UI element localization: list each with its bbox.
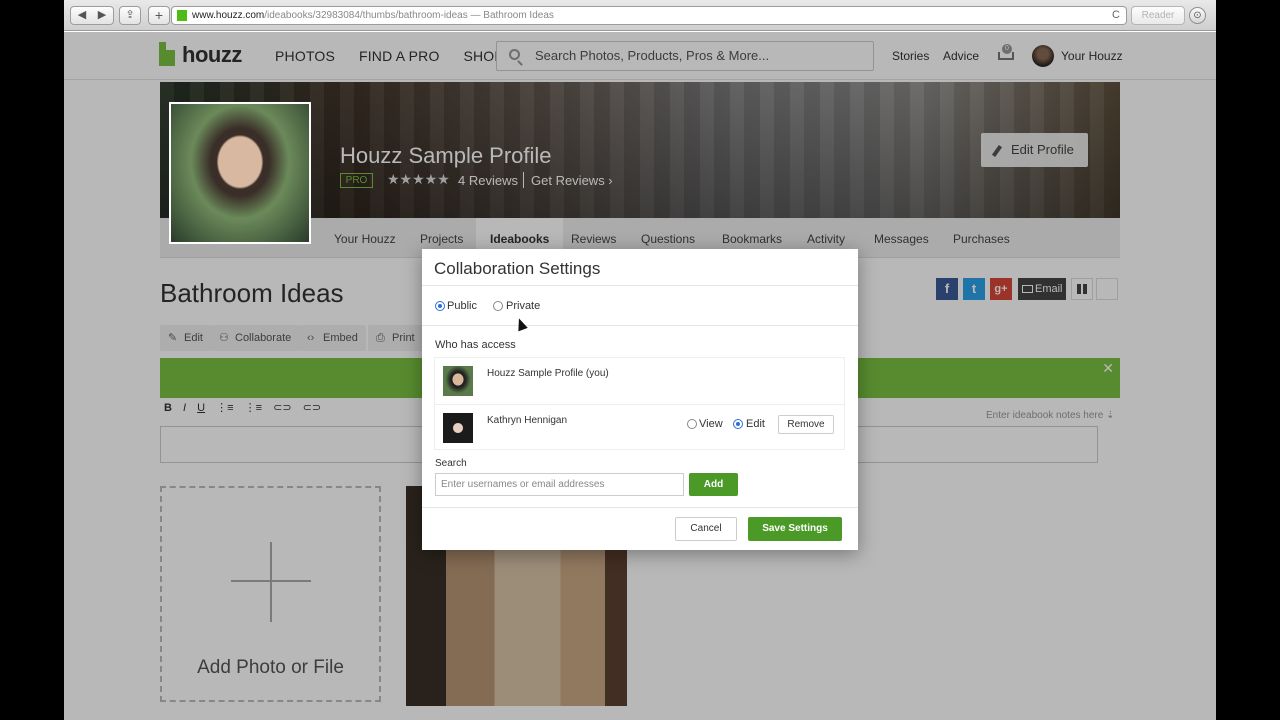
- edit-permission-radio[interactable]: [733, 419, 743, 429]
- dialog-title: Collaboration Settings: [434, 259, 601, 278]
- search-label: Search: [435, 458, 467, 469]
- divider: [422, 507, 858, 508]
- url-page-title: — Bathroom Ideas: [467, 10, 554, 21]
- reader-button[interactable]: Reader: [1131, 6, 1185, 25]
- collaborator-search-input[interactable]: [435, 473, 684, 496]
- reload-icon[interactable]: C: [1112, 7, 1120, 24]
- private-radio[interactable]: [493, 301, 503, 311]
- view-permission-radio[interactable]: [687, 419, 697, 429]
- address-bar[interactable]: www.houzz.com/ideabooks/32983084/thumbs/…: [171, 6, 1127, 25]
- save-settings-button[interactable]: Save Settings: [748, 517, 842, 541]
- avatar: [443, 413, 473, 443]
- profile-photo[interactable]: [169, 102, 311, 244]
- add-button[interactable]: Add: [689, 473, 738, 496]
- houzz-favicon-icon: [177, 10, 187, 21]
- remove-button[interactable]: Remove: [778, 415, 834, 434]
- list-item: Houzz Sample Profile (you): [435, 358, 844, 404]
- private-label[interactable]: Private: [506, 300, 540, 312]
- divider: [422, 285, 858, 286]
- member-name: Kathryn Hennigan: [487, 415, 568, 426]
- back-forward-buttons[interactable]: ◀ ▶: [70, 6, 114, 25]
- url-path: /ideabooks/32983084/thumbs/bathroom-idea…: [264, 10, 468, 21]
- new-tab-button[interactable]: +: [148, 6, 170, 25]
- view-label[interactable]: View: [699, 418, 723, 430]
- back-icon[interactable]: ◀: [72, 7, 92, 24]
- divider: [422, 325, 858, 326]
- browser-toolbar: ◀ ▶ ⇪ + www.houzz.com/ideabooks/32983084/…: [64, 0, 1216, 31]
- avatar: [443, 366, 473, 396]
- public-radio[interactable]: [435, 301, 445, 311]
- cancel-button[interactable]: Cancel: [675, 517, 737, 541]
- url-host: www.houzz.com: [192, 10, 265, 21]
- member-name: Houzz Sample Profile (you): [487, 368, 609, 379]
- public-label[interactable]: Public: [447, 300, 477, 312]
- share-icon[interactable]: ⇪: [119, 6, 141, 25]
- list-item: Kathryn Hennigan View Edit Remove: [435, 404, 844, 450]
- edit-label[interactable]: Edit: [746, 418, 765, 430]
- access-list: Houzz Sample Profile (you) Kathryn Henni…: [434, 357, 845, 450]
- collaboration-settings-dialog: Collaboration Settings Public Private Wh…: [422, 249, 858, 550]
- who-has-access-heading: Who has access: [435, 339, 516, 351]
- downloads-icon[interactable]: ⊙: [1189, 7, 1206, 24]
- forward-icon[interactable]: ▶: [92, 7, 112, 24]
